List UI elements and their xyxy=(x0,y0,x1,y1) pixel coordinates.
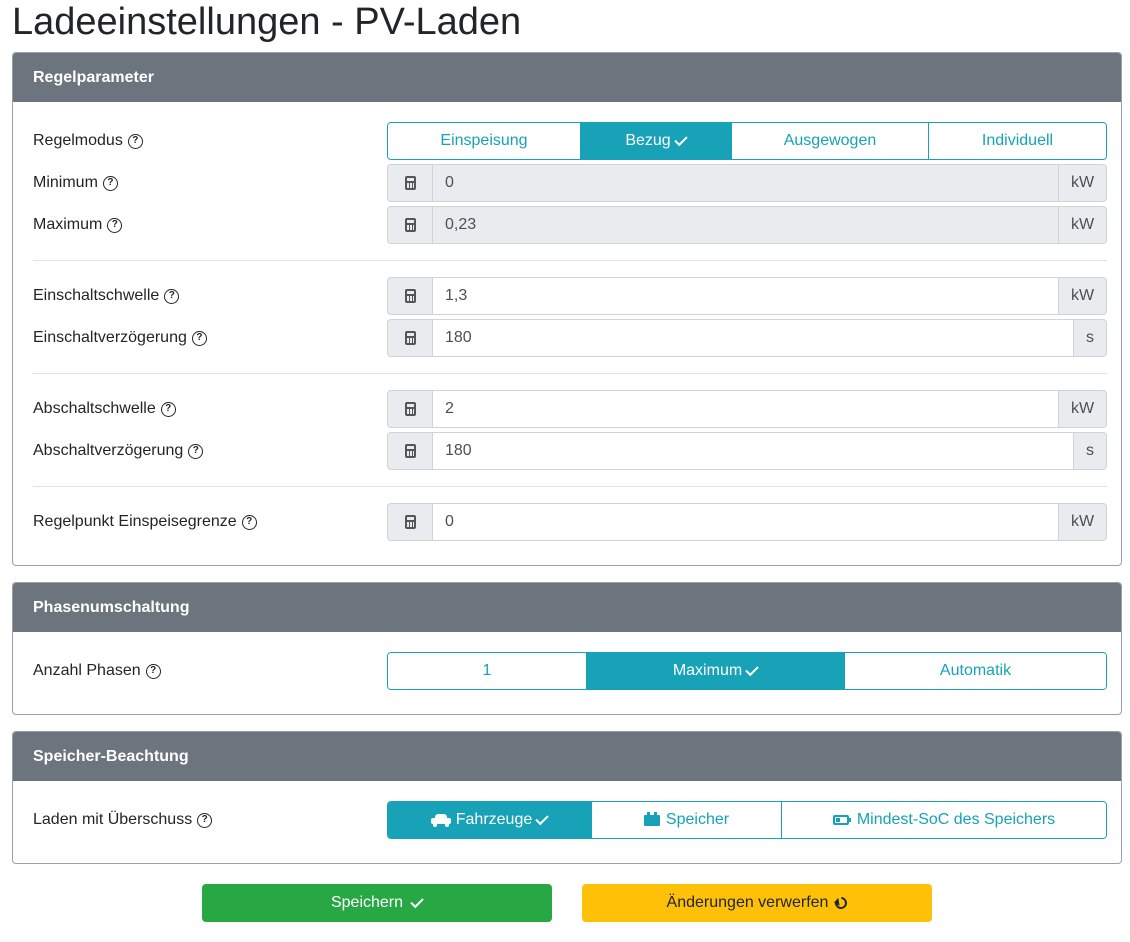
help-icon[interactable]: ? xyxy=(160,401,176,417)
page-title: Ladeeinstellungen - PV-Laden xyxy=(12,1,522,43)
abschaltschwelle-label: Abschaltschwelle xyxy=(33,400,156,417)
regelpunkt-row: Regelpunkt Einspeisegrenze ? 0 kW xyxy=(33,503,1107,541)
phasen-maximum-button[interactable]: Maximum xyxy=(587,653,845,689)
unit-label: kW xyxy=(1059,390,1107,428)
minimum-label: Minimum xyxy=(33,174,98,191)
laden-button-group: Fahrzeuge Speicher Mindest-SoC des Speic… xyxy=(387,801,1107,839)
discard-button[interactable]: Änderungen verwerfen xyxy=(582,884,932,922)
help-icon[interactable]: ? xyxy=(102,175,118,191)
check-icon xyxy=(673,132,688,146)
help-icon[interactable]: ? xyxy=(164,288,180,304)
minimum-input-group: 0 kW xyxy=(387,164,1107,202)
regelmodus-label: Regelmodus ? xyxy=(33,122,143,160)
check-icon xyxy=(535,811,549,825)
einschaltschwelle-input-group: 1,3 kW xyxy=(387,277,1107,315)
help-icon[interactable]: ? xyxy=(191,330,207,346)
help-icon[interactable]: ? xyxy=(127,133,143,149)
anzahl-phasen-button-group: 1 Maximum Automatik xyxy=(387,652,1107,690)
calculator-icon[interactable] xyxy=(387,319,433,357)
regelpunkt-label: Regelpunkt Einspeisegrenze xyxy=(33,513,237,530)
laden-mindest-soc-button[interactable]: Mindest-SoC des Speichers xyxy=(782,802,1106,838)
unit-label: s xyxy=(1074,432,1107,470)
check-icon xyxy=(745,662,759,676)
unit-label: kW xyxy=(1059,164,1107,202)
divider xyxy=(33,486,1107,487)
laden-fahrzeuge-button[interactable]: Fahrzeuge xyxy=(388,802,592,838)
save-button[interactable]: Speichern xyxy=(202,884,552,922)
car-icon xyxy=(430,813,451,827)
unit-label: kW xyxy=(1059,503,1107,541)
battery-icon xyxy=(643,811,660,826)
speicher-card: Speicher-Beachtung Laden mit Überschuss … xyxy=(12,731,1122,864)
phasenumschaltung-card: Phasenumschaltung Anzahl Phasen ? 1 Maxi… xyxy=(12,582,1122,715)
einschaltschwelle-row: Einschaltschwelle ? 1,3 kW xyxy=(33,277,1107,315)
phasenumschaltung-header: Phasenumschaltung xyxy=(13,583,1121,632)
divider xyxy=(33,373,1107,374)
laden-label: Laden mit Überschuss xyxy=(33,811,193,828)
help-icon[interactable]: ? xyxy=(145,663,161,679)
calculator-icon[interactable] xyxy=(387,390,433,428)
regelpunkt-input-group: 0 kW xyxy=(387,503,1107,541)
einschaltverzoegerung-input[interactable]: 180 xyxy=(433,319,1074,357)
regelmodus-row: Regelmodus ? Einspeisung Bezug Ausgewoge… xyxy=(33,122,1107,160)
einschaltverzoegerung-row: Einschaltverzögerung ? 180 s xyxy=(33,319,1107,357)
check-icon xyxy=(410,894,424,908)
unit-label: kW xyxy=(1059,206,1107,244)
calculator-icon[interactable] xyxy=(387,277,433,315)
maximum-input: 0,23 xyxy=(433,206,1059,244)
regelmodus-einspeisung-button[interactable]: Einspeisung xyxy=(388,123,581,159)
einschaltschwelle-label: Einschaltschwelle xyxy=(33,287,160,304)
phasen-1-button[interactable]: 1 xyxy=(388,653,587,689)
regelmodus-bezug-button[interactable]: Bezug xyxy=(581,123,732,159)
phasen-automatik-button[interactable]: Automatik xyxy=(845,653,1106,689)
help-icon[interactable]: ? xyxy=(197,812,213,828)
regelparameter-header: Regelparameter xyxy=(13,53,1121,102)
maximum-label: Maximum xyxy=(33,216,103,233)
abschaltverzoegerung-row: Abschaltverzögerung ? 180 s xyxy=(33,432,1107,470)
abschaltverzoegerung-label: Abschaltverzögerung xyxy=(33,442,184,459)
regelmodus-button-group: Einspeisung Bezug Ausgewogen Individuell xyxy=(387,122,1107,160)
help-icon[interactable]: ? xyxy=(188,443,204,459)
help-icon[interactable]: ? xyxy=(107,217,123,233)
unit-label: s xyxy=(1074,319,1107,357)
einschaltschwelle-input[interactable]: 1,3 xyxy=(433,277,1059,315)
abschaltschwelle-input[interactable]: 2 xyxy=(433,390,1059,428)
calculator-icon[interactable] xyxy=(387,503,433,541)
calculator-icon xyxy=(387,206,433,244)
anzahl-phasen-label: Anzahl Phasen xyxy=(33,662,141,679)
regelmodus-individuell-button[interactable]: Individuell xyxy=(929,123,1106,159)
einschaltverzoegerung-input-group: 180 s xyxy=(387,319,1107,357)
calculator-icon[interactable] xyxy=(387,432,433,470)
regelparameter-card: Regelparameter Regelmodus ? Einspeisung … xyxy=(12,52,1122,566)
battery-low-icon xyxy=(832,815,851,825)
abschaltschwelle-input-group: 2 kW xyxy=(387,390,1107,428)
minimum-input: 0 xyxy=(433,164,1059,202)
unit-label: kW xyxy=(1059,277,1107,315)
help-icon[interactable]: ? xyxy=(241,514,257,530)
divider xyxy=(33,260,1107,261)
abschaltverzoegerung-input-group: 180 s xyxy=(387,432,1107,470)
maximum-row: Maximum ? 0,23 kW xyxy=(33,206,1107,244)
speicher-header: Speicher-Beachtung xyxy=(13,732,1121,781)
anzahl-phasen-row: Anzahl Phasen ? 1 Maximum Automatik xyxy=(33,652,1107,690)
abschaltschwelle-row: Abschaltschwelle ? 2 kW xyxy=(33,390,1107,428)
laden-row: Laden mit Überschuss ? Fahrzeuge Speiche… xyxy=(33,801,1107,839)
abschaltverzoegerung-input[interactable]: 180 xyxy=(433,432,1074,470)
maximum-input-group: 0,23 kW xyxy=(387,206,1107,244)
undo-icon xyxy=(832,894,850,912)
einschaltverzoegerung-label: Einschaltverzögerung xyxy=(33,329,187,346)
calculator-icon xyxy=(387,164,433,202)
laden-speicher-button[interactable]: Speicher xyxy=(592,802,782,838)
regelpunkt-input[interactable]: 0 xyxy=(433,503,1059,541)
minimum-row: Minimum ? 0 kW xyxy=(33,164,1107,202)
regelmodus-ausgewogen-button[interactable]: Ausgewogen xyxy=(732,123,929,159)
